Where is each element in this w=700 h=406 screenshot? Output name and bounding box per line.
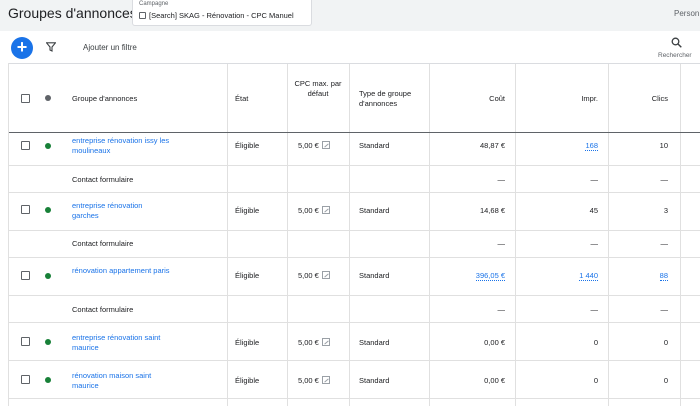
edit-image-icon[interactable]	[321, 141, 330, 149]
clicks-value[interactable]: 88	[659, 271, 668, 281]
table-row[interactable]: entreprise rénovation issy les moulineau…	[9, 133, 700, 166]
clicks-value: —	[660, 305, 669, 314]
status-dot	[45, 143, 51, 149]
edit-image-icon[interactable]	[321, 271, 330, 279]
cost-value: 0,00 €	[484, 376, 505, 385]
state-value: Éligible	[235, 271, 260, 280]
impr-value: —	[590, 239, 599, 248]
status-dot	[45, 377, 51, 383]
status-dot	[45, 207, 51, 213]
impr-value: —	[590, 175, 599, 184]
add-filter-button[interactable]: Ajouter un filtre	[83, 43, 137, 52]
table-row[interactable]: entreprise rénovation garches Éligible 5…	[9, 193, 700, 231]
table-subrow: Contact formulaire — — —	[9, 166, 700, 193]
ad-group-link[interactable]: entreprise rénovation garches	[72, 201, 162, 220]
clicks-value: —	[660, 239, 669, 248]
type-value: Standard	[359, 338, 390, 347]
state-value: Éligible	[235, 338, 260, 347]
ad-groups-table: Groupe d'annonces État CPC max. par défa…	[8, 63, 700, 406]
row-checkbox[interactable]	[21, 141, 30, 150]
column-header-group[interactable]: Groupe d'annonces	[72, 94, 137, 103]
search-icon[interactable]	[671, 37, 682, 48]
row-checkbox[interactable]	[21, 375, 30, 384]
cpc-value[interactable]: 5,00 €	[298, 206, 330, 215]
cpc-value[interactable]: 5,00 €	[298, 271, 330, 280]
ad-group-link[interactable]: rénovation maison saint maurice	[72, 371, 172, 390]
clicks-value: —	[660, 175, 669, 184]
cost-value: —	[497, 175, 506, 184]
impr-value: —	[590, 305, 599, 314]
table-header: Groupe d'annonces État CPC max. par défa…	[9, 63, 700, 133]
page-title: Groupes d'annonces	[8, 5, 137, 21]
table-subrow: Contact formulaire — — —	[9, 296, 700, 323]
edit-image-icon[interactable]	[321, 338, 330, 346]
impr-value: 0	[593, 338, 598, 347]
table-row[interactable]: entreprise rénovation saint maurice Élig…	[9, 323, 700, 361]
ad-group-link[interactable]: entreprise rénovation saint maurice	[72, 333, 172, 352]
search-label[interactable]: Rechercher	[658, 52, 692, 59]
subrow-label: Contact formulaire	[72, 305, 134, 314]
state-value: Éligible	[235, 141, 260, 150]
campaign-selector[interactable]: Campagne [Search] SKAG - Rénovation - CP…	[132, 0, 312, 26]
cost-value: —	[497, 239, 506, 248]
campaign-label: Campagne	[139, 1, 169, 7]
column-header-impr[interactable]: Impr.	[539, 94, 598, 103]
row-checkbox[interactable]	[21, 271, 30, 280]
page-header: Groupes d'annonces Campagne [Search] SKA…	[0, 0, 700, 31]
row-checkbox[interactable]	[21, 205, 30, 214]
column-header-cpc[interactable]: CPC max. par défaut	[290, 79, 346, 98]
impr-value: 45	[589, 206, 598, 215]
table-row[interactable]: rénovation appartement paris Éligible 5,…	[9, 258, 700, 296]
edit-image-icon[interactable]	[321, 376, 330, 384]
column-header-cost[interactable]: Coût	[449, 94, 505, 103]
ad-group-link[interactable]: rénovation appartement paris	[72, 266, 172, 276]
status-header-icon	[45, 95, 51, 101]
clicks-value: 10	[659, 141, 668, 150]
impr-value: 0	[593, 376, 598, 385]
type-value: Standard	[359, 206, 390, 215]
type-value: Standard	[359, 141, 390, 150]
status-dot	[45, 339, 51, 345]
cost-value: —	[497, 305, 506, 314]
edit-image-icon[interactable]	[321, 206, 330, 214]
state-value: Éligible	[235, 206, 260, 215]
impr-value[interactable]: 1 440	[579, 271, 598, 281]
table-row[interactable]: rénovation maison saint maurice Éligible…	[9, 361, 700, 399]
cpc-value[interactable]: 5,00 €	[298, 338, 330, 347]
add-button[interactable]: +	[11, 37, 33, 59]
search-campaign-icon	[139, 12, 146, 19]
status-dot	[45, 273, 51, 279]
table-subrow: Contact formulaire — — —	[9, 231, 700, 258]
clicks-value: 3	[663, 206, 668, 215]
select-all-checkbox[interactable]	[21, 94, 30, 103]
row-checkbox[interactable]	[21, 337, 30, 346]
type-value: Standard	[359, 376, 390, 385]
column-header-clicks[interactable]: Clics	[619, 94, 668, 103]
impr-value[interactable]: 168	[585, 141, 598, 151]
clicks-value: 0	[663, 376, 668, 385]
cpc-value[interactable]: 5,00 €	[298, 376, 330, 385]
subrow-label: Contact formulaire	[72, 239, 134, 248]
column-header-state[interactable]: État	[235, 94, 248, 103]
cost-value[interactable]: 396,05 €	[475, 271, 505, 281]
state-value: Éligible	[235, 376, 260, 385]
cost-value: 14,68 €	[479, 206, 505, 215]
clicks-value: 0	[663, 338, 668, 347]
column-header-type[interactable]: Type de groupe d'annonces	[359, 89, 427, 108]
type-value: Standard	[359, 271, 390, 280]
ad-group-link[interactable]: entreprise rénovation issy les moulineau…	[72, 136, 172, 155]
filter-icon[interactable]	[46, 42, 56, 52]
person-label: Person	[674, 9, 700, 18]
cost-value: 48,87 €	[479, 141, 505, 150]
campaign-name: [Search] SKAG - Rénovation - CPC Manuel	[149, 11, 294, 20]
cpc-value[interactable]: 5,00 €	[298, 141, 330, 150]
subrow-label: Contact formulaire	[72, 175, 134, 184]
cost-value: 0,00 €	[484, 338, 505, 347]
